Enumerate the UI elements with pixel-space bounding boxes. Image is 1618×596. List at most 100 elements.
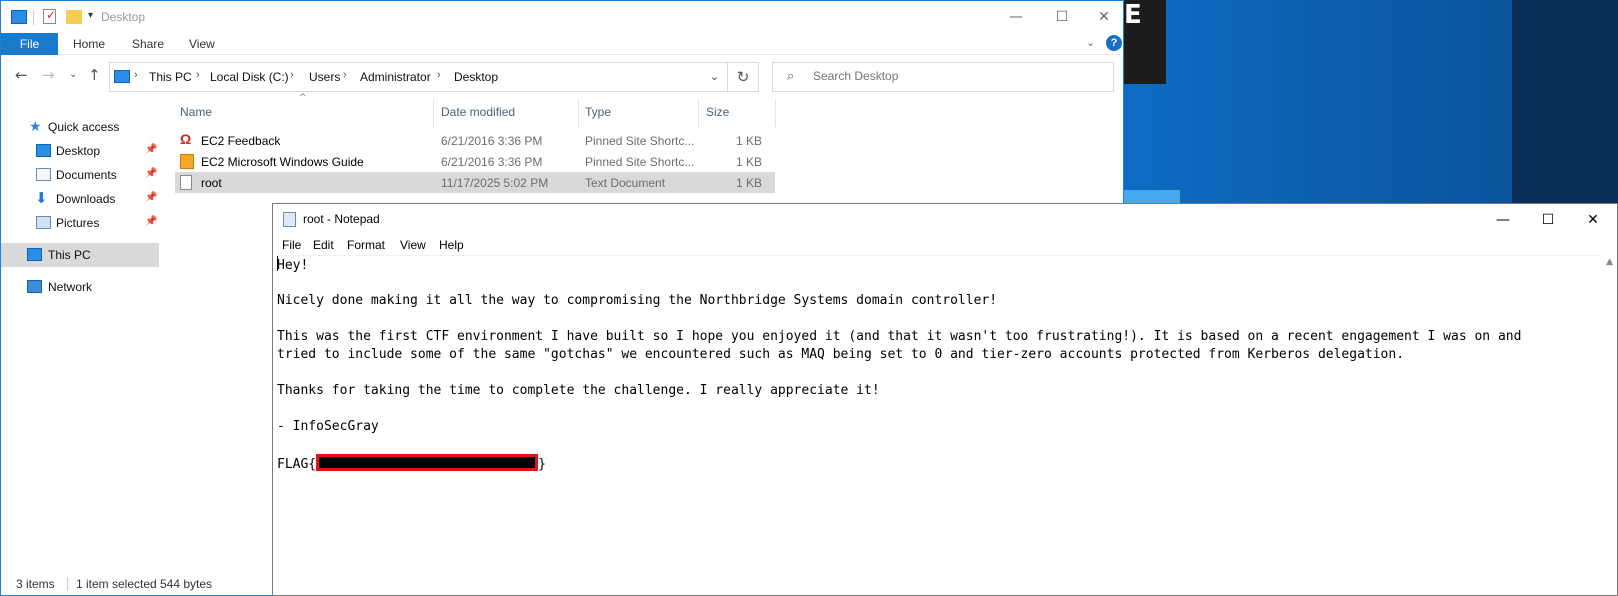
menu-edit[interactable]: Edit [313,238,334,252]
breadcrumb-chevron-icon[interactable]: › [437,69,441,81]
tab-view[interactable]: View [177,33,227,55]
breadcrumb-users[interactable]: Users [309,70,340,84]
help-icon[interactable]: ? [1106,35,1122,51]
maximize-button[interactable]: ☐ [1525,204,1571,236]
status-selection: 1 item selected [76,577,157,591]
window-title: root - Notepad [303,212,380,226]
sidebar-item-downloads[interactable]: ⬇ Downloads 📌 [1,187,159,211]
search-input[interactable] [813,69,1103,83]
sidebar-item-quick-access[interactable]: ★ Quick access [1,115,159,139]
menu-file[interactable]: File [282,238,301,252]
file-name: root [201,176,222,190]
documents-icon [36,168,51,181]
pin-icon[interactable]: 📌 [145,168,157,179]
this-pc-icon [114,70,130,83]
up-arrow-icon[interactable]: ↑ [88,66,101,84]
sidebar-item-documents[interactable]: Documents 📌 [1,163,159,187]
file-size: 1 KB [736,155,763,169]
status-size: 544 bytes [160,577,213,591]
desktop-icon [36,144,51,157]
address-bar-row: ← → ⌄ ↑ › This PC › Local Disk (C:) › Us… [1,55,1123,97]
network-icon [27,280,42,293]
column-header-date-modified[interactable]: Date modified [441,105,515,119]
new-folder-icon[interactable] [66,10,82,24]
customize-toolbar-chevron-icon[interactable]: ▾ [88,10,93,21]
flag-prefix: FLAG{ [277,457,317,472]
column-header-type[interactable]: Type [585,105,611,119]
sidebar-item-label: Documents [56,168,117,182]
tab-file[interactable]: File [1,33,58,55]
address-dropdown-chevron-icon[interactable]: ⌄ [710,70,719,83]
breadcrumb-chevron-icon[interactable]: › [134,69,138,81]
text-line [277,310,1599,328]
text-line: tried to include some of the same "gotch… [277,347,1405,362]
menu-format[interactable]: Format [347,238,385,252]
address-bar[interactable]: › This PC › Local Disk (C:) › Users › Ad… [109,62,728,92]
maximize-button[interactable]: ☐ [1039,1,1085,33]
sidebar-item-label: This PC [48,248,91,262]
text-line: Thanks for taking the time to complete t… [277,383,880,398]
file-size: 1 KB [736,176,763,190]
background-window-fragment: E [1124,0,1166,84]
scroll-up-arrow-icon[interactable]: ▲ [1606,257,1613,267]
breadcrumb-chevron-icon[interactable]: › [290,69,294,81]
file-name: EC2 Feedback [201,134,281,148]
column-divider[interactable] [698,99,699,127]
properties-icon[interactable] [43,8,56,24]
close-button[interactable]: ✕ [1081,1,1127,33]
sidebar-item-this-pc[interactable]: This PC [1,243,159,267]
breadcrumb-local-disk[interactable]: Local Disk (C:) [210,70,289,84]
pin-icon[interactable]: 📌 [145,144,157,155]
menu-help[interactable]: Help [439,238,464,252]
notepad-window: root - Notepad — ☐ ✕ File Edit Format Vi… [272,203,1618,596]
back-arrow-icon[interactable]: ← [15,66,28,84]
column-header-name[interactable]: Name [180,105,212,119]
sidebar-item-label: Network [48,280,93,294]
flag-line: FLAG{} [277,454,1599,472]
text-editor[interactable]: Hey! Nicely done making it all the way to… [277,255,1599,593]
tab-share[interactable]: Share [120,33,176,55]
recent-locations-chevron-icon[interactable]: ⌄ [69,69,77,80]
computer-icon [27,248,42,261]
pin-icon[interactable]: 📌 [145,216,157,227]
sidebar-item-pictures[interactable]: Pictures 📌 [1,211,159,235]
sidebar-item-label: Downloads [56,192,116,206]
breadcrumb-administrator[interactable]: Administrator [360,70,431,84]
pictures-icon [36,216,51,229]
forward-arrow-icon[interactable]: → [42,66,55,84]
menu-bar: File Edit Format View Help [273,236,1617,255]
file-size: 1 KB [736,134,763,148]
column-divider[interactable] [433,99,434,127]
column-divider[interactable] [775,99,776,127]
table-row[interactable]: root 11/17/2025 5:02 PM Text Document 1 … [175,172,775,193]
sidebar-item-network[interactable]: Network [1,275,159,299]
column-divider[interactable] [578,99,579,127]
breadcrumb-this-pc[interactable]: This PC [149,70,192,84]
status-separator [67,577,68,591]
table-row[interactable]: EC2 Microsoft Windows Guide 6/21/2016 3:… [175,151,775,172]
breadcrumb-chevron-icon[interactable]: › [343,69,347,81]
close-button[interactable]: ✕ [1570,204,1616,236]
notepad-titlebar[interactable]: root - Notepad — ☐ ✕ [273,204,1617,236]
text-line [277,400,1599,418]
menu-view[interactable]: View [400,238,426,252]
tab-home[interactable]: Home [61,33,117,55]
column-header-size[interactable]: Size [706,105,729,119]
minimize-button[interactable]: — [993,1,1039,33]
text-line [277,274,1599,292]
breadcrumb-desktop[interactable]: Desktop [454,70,498,84]
explorer-titlebar[interactable]: ▾ Desktop — ☐ ✕ [1,1,1123,33]
pin-icon[interactable]: 📌 [145,192,157,203]
table-row[interactable]: Ω EC2 Feedback 6/21/2016 3:36 PM Pinned … [175,130,775,151]
computer-icon[interactable] [11,10,27,24]
expand-ribbon-chevron-icon[interactable]: ⌄ [1086,36,1095,49]
ec2-guide-icon [180,154,194,169]
minimize-button[interactable]: — [1480,204,1526,236]
refresh-button[interactable]: ↻ [728,62,759,92]
search-box[interactable]: ⌕ [772,62,1114,92]
background-panel [1512,0,1618,205]
text-line: Nicely done making it all the way to com… [277,293,998,308]
text-line [277,436,1599,454]
sidebar-item-desktop[interactable]: Desktop 📌 [1,139,159,163]
breadcrumb-chevron-icon[interactable]: › [196,69,200,81]
